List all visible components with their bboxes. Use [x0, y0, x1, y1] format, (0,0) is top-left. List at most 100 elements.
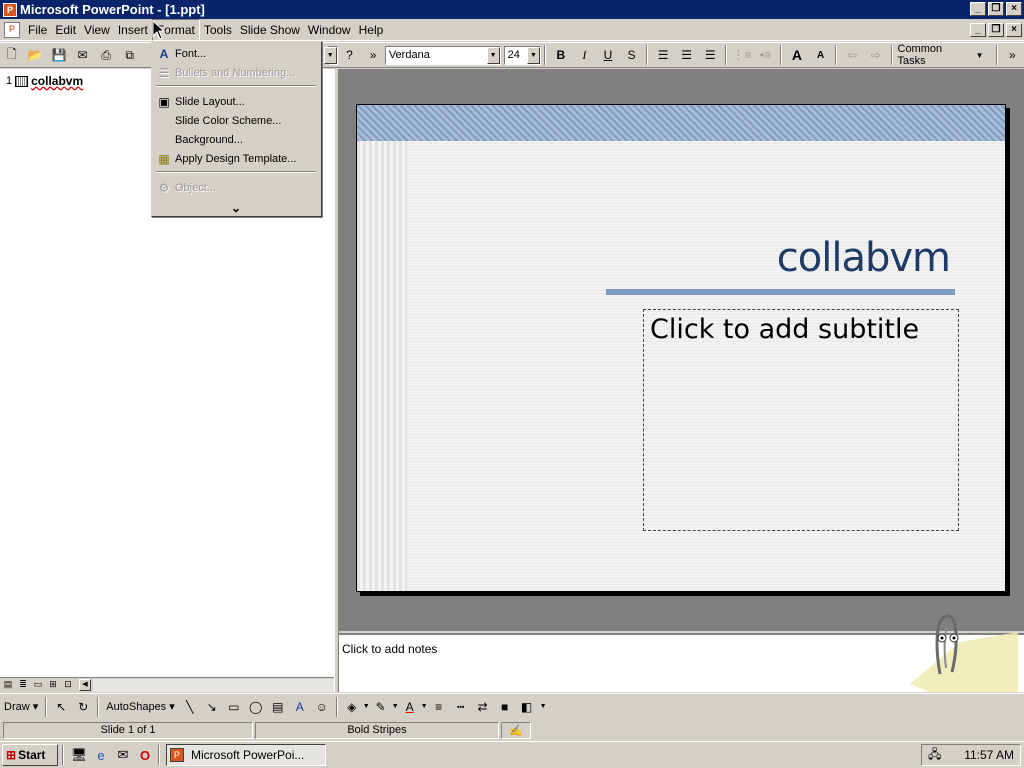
shadow-style-icon[interactable]: ■: [495, 697, 515, 717]
menu-help[interactable]: Help: [355, 20, 388, 40]
menu-item-slide-layout[interactable]: ▣ Slide Layout...: [152, 92, 320, 111]
menu-item-font[interactable]: A Font...: [152, 44, 320, 63]
slide-sorter-icon[interactable]: ⊞: [46, 679, 60, 691]
document-control-icon[interactable]: P: [4, 22, 20, 38]
menu-file[interactable]: File: [24, 20, 51, 40]
draw-menu-button[interactable]: Draw ▾: [0, 697, 42, 717]
line-icon[interactable]: ╲: [180, 697, 200, 717]
save-icon[interactable]: 💾: [48, 44, 70, 66]
bold-icon[interactable]: B: [550, 44, 572, 66]
horizontal-scrollbar[interactable]: [93, 678, 334, 692]
draw-label: Draw: [4, 700, 30, 713]
demote-icon[interactable]: ⇨: [865, 44, 887, 66]
scroll-left-icon[interactable]: ◀: [79, 679, 91, 691]
help-icon[interactable]: ?: [339, 44, 361, 66]
menu-item-background[interactable]: Background...: [152, 130, 320, 149]
align-right-icon[interactable]: ☰: [699, 44, 721, 66]
menu-item-bullets[interactable]: ☰ Bullets and Numbering...: [152, 63, 320, 82]
spelling-status-icon[interactable]: ✍: [501, 721, 531, 739]
line-color-icon[interactable]: ✎: [371, 697, 391, 717]
new-icon[interactable]: 🗋: [1, 44, 23, 66]
menu-item-slide-color-scheme[interactable]: Slide Color Scheme...: [152, 111, 320, 130]
wordart-icon[interactable]: A: [290, 697, 310, 717]
arrow-icon[interactable]: ↘: [202, 697, 222, 717]
status-bar: Slide 1 of 1 Bold Stripes ✍: [0, 720, 1024, 740]
bullets-label: Bullets and Numbering...: [175, 66, 296, 79]
zoom-combo[interactable]: ▼: [323, 45, 338, 65]
slide-show-icon[interactable]: ⊡: [61, 679, 75, 691]
decrease-font-icon[interactable]: A: [810, 44, 832, 66]
doc-close-button[interactable]: ×: [1006, 23, 1022, 37]
office-assistant-clippy[interactable]: [900, 612, 1018, 692]
slide-icon[interactable]: [15, 75, 29, 87]
outline-view-icon[interactable]: ≣: [16, 679, 30, 691]
3d-style-icon[interactable]: ◧: [517, 697, 537, 717]
underline-icon[interactable]: U: [597, 44, 619, 66]
open-icon[interactable]: 📂: [25, 44, 47, 66]
opera-icon[interactable]: O: [135, 745, 155, 765]
common-tasks-button[interactable]: Common Tasks: [898, 43, 972, 67]
tray-network-icon[interactable]: 🖧: [928, 745, 941, 766]
text-box-icon[interactable]: ▤: [268, 697, 288, 717]
clip-art-icon[interactable]: ☺: [312, 697, 332, 717]
email-icon[interactable]: ✉: [72, 44, 94, 66]
slide-title[interactable]: collabvm: [777, 235, 951, 281]
more-buttons-icon[interactable]: »: [362, 44, 384, 66]
normal-view-icon[interactable]: ▤: [1, 679, 15, 691]
slide-top-stripe: [357, 105, 1005, 141]
align-left-icon[interactable]: ☰: [652, 44, 674, 66]
promote-icon[interactable]: ⇦: [841, 44, 863, 66]
numbering-icon[interactable]: ⋮≡: [731, 44, 753, 66]
rectangle-icon[interactable]: ▭: [224, 697, 244, 717]
free-rotate-icon[interactable]: ↻: [73, 697, 93, 717]
clock[interactable]: 11:57 AM: [964, 748, 1014, 762]
bullets-icon[interactable]: •≡: [755, 44, 777, 66]
italic-icon[interactable]: I: [574, 44, 596, 66]
toolbar-options-icon[interactable]: »: [1002, 44, 1024, 66]
dash-style-icon[interactable]: ┅: [451, 697, 471, 717]
menu-view[interactable]: View: [80, 20, 114, 40]
menu-window[interactable]: Window: [304, 20, 355, 40]
menu-tools[interactable]: Tools: [200, 20, 236, 40]
font-size-combo[interactable]: 24 ▼: [503, 45, 541, 65]
menu-insert[interactable]: Insert: [114, 20, 152, 40]
oval-icon[interactable]: ◯: [246, 697, 266, 717]
subtitle-placeholder[interactable]: Click to add subtitle: [643, 309, 959, 531]
shadow-icon[interactable]: S: [621, 44, 643, 66]
print-icon[interactable]: ⎙: [95, 44, 117, 66]
taskbar-powerpoint-button[interactable]: P Microsoft PowerPoi...: [166, 744, 326, 766]
restore-button[interactable]: ❐: [988, 2, 1004, 16]
align-center-icon[interactable]: ☰: [676, 44, 698, 66]
apply-design-template-label: Apply Design Template...: [175, 152, 297, 165]
mouse-cursor-icon: [152, 20, 166, 40]
arrow-style-icon[interactable]: ⇄: [473, 697, 493, 717]
menu-item-object[interactable]: ⚙ Object...: [152, 178, 320, 197]
autoshapes-button[interactable]: AutoShapes ▾: [102, 697, 179, 717]
minimize-button[interactable]: _: [970, 2, 986, 16]
line-style-icon[interactable]: ≡: [429, 697, 449, 717]
menu-slide-show[interactable]: Slide Show: [236, 20, 304, 40]
outline-slide-title[interactable]: collabvm: [31, 74, 83, 88]
menu-item-apply-design-template[interactable]: ▦ Apply Design Template...: [152, 149, 320, 168]
copy-icon[interactable]: ⧉: [119, 44, 141, 66]
close-button[interactable]: ×: [1006, 2, 1022, 16]
drawing-toolbar-options-icon[interactable]: ▼: [540, 703, 547, 710]
show-desktop-icon[interactable]: 🖥: [69, 745, 89, 765]
start-button[interactable]: ⊞ Start: [2, 744, 58, 766]
font-color-icon[interactable]: A: [400, 697, 420, 717]
menu-expand-chevron[interactable]: ⌄: [152, 198, 320, 217]
doc-restore-button[interactable]: ❐: [988, 23, 1004, 37]
outlook-express-icon[interactable]: ✉: [113, 745, 133, 765]
doc-minimize-button[interactable]: _: [970, 23, 986, 37]
common-tasks-arrow-icon[interactable]: ▼: [976, 51, 984, 60]
menu-edit[interactable]: Edit: [51, 20, 80, 40]
fill-color-icon[interactable]: ◈: [342, 697, 362, 717]
increase-font-icon[interactable]: A: [786, 44, 808, 66]
slide-canvas[interactable]: collabvm Click to add subtitle: [356, 104, 1006, 592]
font-name-combo[interactable]: Verdana ▼: [384, 45, 501, 65]
internet-explorer-icon[interactable]: e: [91, 745, 111, 765]
select-pointer-icon[interactable]: ↖: [51, 697, 71, 717]
powerpoint-app-icon[interactable]: P: [3, 2, 17, 17]
slide-view-icon[interactable]: ▭: [31, 679, 45, 691]
windows-logo-icon: ⊞: [6, 748, 17, 762]
